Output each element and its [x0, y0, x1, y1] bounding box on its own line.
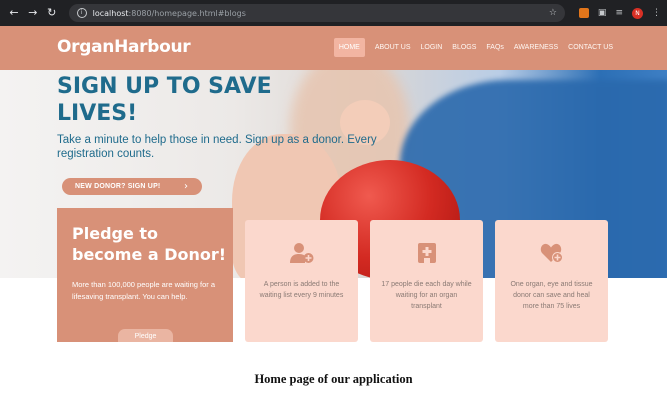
bookmark-star-icon[interactable]: ☆ [549, 8, 557, 18]
browser-toolbar: ← → ↻ i localhost :8080/homepage.html#bl… [0, 0, 667, 26]
signup-button-label: NEW DONOR? SIGN UP! [75, 183, 161, 190]
stat-card-text: One organ, eye and tissue donor can save… [510, 281, 593, 310]
pledge-text: More than 100,000 people are waiting for… [72, 280, 216, 301]
nav-faqs[interactable]: FAQs [486, 38, 504, 57]
extensions-area: ▣ ≡ N ⋮ [578, 7, 661, 19]
hero-title: SIGN UP TO SAVE LIVES! [57, 74, 272, 126]
browser-menu-icon[interactable]: ⋮ [652, 8, 661, 18]
hospital-icon [418, 243, 436, 263]
site-info-icon[interactable]: i [76, 8, 87, 18]
nav-contact-us[interactable]: CONTACT US [568, 38, 613, 57]
extensions-puzzle-icon[interactable]: ▣ [598, 8, 607, 18]
stat-card: 17 people die each day while waiting for… [370, 220, 483, 342]
profile-avatar[interactable]: N [631, 7, 643, 19]
metamask-extension-icon[interactable] [578, 8, 589, 18]
stat-card-text: A person is added to the waiting list ev… [259, 281, 344, 299]
address-bar[interactable]: i localhost :8080/homepage.html#blogs ☆ [68, 4, 565, 22]
nav-blogs[interactable]: BLOGS [452, 38, 476, 57]
url-host: localhost [92, 8, 129, 18]
back-arrow-icon[interactable]: ← [6, 5, 22, 21]
chevron-right-icon: › [184, 181, 188, 192]
main-menu: HOME ABOUT US LOGIN BLOGS FAQs AWARENESS… [333, 38, 613, 57]
heart-plus-icon [540, 243, 563, 263]
nav-login[interactable]: LOGIN [420, 38, 442, 57]
url-path: :8080/homepage.html#blogs [128, 8, 246, 18]
stat-card: One organ, eye and tissue donor can save… [495, 220, 608, 342]
stat-card: A person is added to the waiting list ev… [245, 220, 358, 342]
pledge-title: Pledge to become a Donor! [72, 224, 227, 264]
pledge-card: Pledge to become a Donor! More than 100,… [57, 208, 233, 342]
add-user-icon [290, 243, 314, 263]
nav-about-us[interactable]: ABOUT US [375, 38, 411, 57]
nav-awareness[interactable]: AWARENESS [514, 38, 558, 57]
pledge-button[interactable]: Pledge [118, 329, 173, 342]
hero-subtitle: Take a minute to help those in need. Sig… [57, 134, 377, 160]
figure-caption: Home page of our application [254, 372, 413, 386]
brand-logo[interactable]: OrganHarbour [57, 37, 191, 57]
signup-button[interactable]: NEW DONOR? SIGN UP! › [62, 178, 202, 195]
site-navbar: OrganHarbour HOME ABOUT US LOGIN BLOGS F… [0, 26, 667, 70]
nav-home[interactable]: HOME [333, 38, 365, 57]
forward-arrow-icon[interactable]: → [25, 5, 41, 21]
reload-icon[interactable]: ↻ [44, 5, 60, 21]
stat-card-text: 17 people die each day while waiting for… [381, 281, 472, 310]
reading-list-icon[interactable]: ≡ [615, 8, 623, 18]
